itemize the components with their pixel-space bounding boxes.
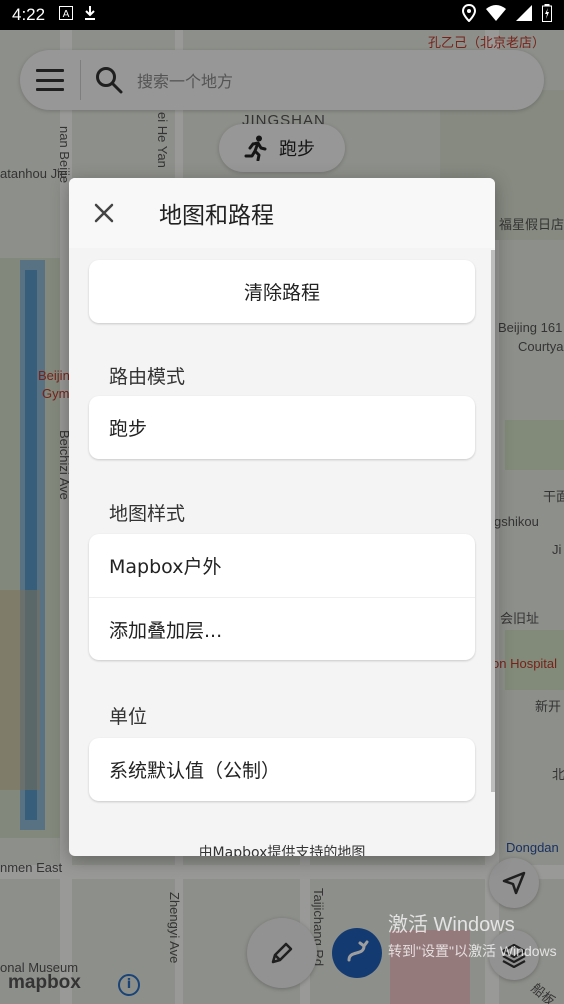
status-bar: 4:22 A <box>0 0 564 30</box>
wifi-icon <box>486 5 506 25</box>
dialog-scrollbar[interactable] <box>491 250 495 792</box>
status-time: 4:22 <box>12 5 46 24</box>
watermark-line1: 激活 Windows <box>388 914 515 936</box>
units-card: 系统默认值（公制） <box>89 738 475 801</box>
map-style-card: Mapbox户外 添加叠加层... <box>89 534 475 660</box>
dialog-title: 地图和路程 <box>159 203 274 229</box>
download-icon <box>83 5 97 25</box>
routing-mode-card: 跑步 <box>89 396 475 459</box>
mapbox-attribution-text: 由Mapbox提供支持的地图 <box>198 845 366 856</box>
map-style-option[interactable]: Mapbox户外 <box>89 534 475 597</box>
routing-mode-option[interactable]: 跑步 <box>89 396 475 459</box>
units-label: 单位 <box>109 706 148 728</box>
signal-icon <box>516 5 532 25</box>
font-icon: A <box>59 6 74 24</box>
add-overlay-option[interactable]: 添加叠加层... <box>89 597 475 660</box>
clear-route-button[interactable]: 清除路程 <box>89 260 475 323</box>
location-icon <box>461 3 477 26</box>
svg-text:A: A <box>63 9 70 20</box>
windows-activation-watermark: 激活 Windows 转到"设置"以激活 Windows <box>388 908 557 961</box>
units-option[interactable]: 系统默认值（公制） <box>89 738 475 801</box>
clear-route-card: 清除路程 <box>89 260 475 323</box>
map-style-label: 地图样式 <box>109 503 186 525</box>
close-icon[interactable] <box>93 202 115 224</box>
watermark-line2: 转到"设置"以激活 Windows <box>388 943 557 959</box>
dialog-header: 地图和路程 <box>69 178 495 248</box>
battery-icon <box>542 4 552 26</box>
routing-mode-label: 路由模式 <box>109 366 186 388</box>
map-and-route-dialog: 地图和路程 清除路程 路由模式 跑步 地图样式 Mapbox户外 添加叠加层..… <box>69 178 495 856</box>
dialog-body: 清除路程 路由模式 跑步 地图样式 Mapbox户外 添加叠加层... 单位 系… <box>69 248 495 856</box>
